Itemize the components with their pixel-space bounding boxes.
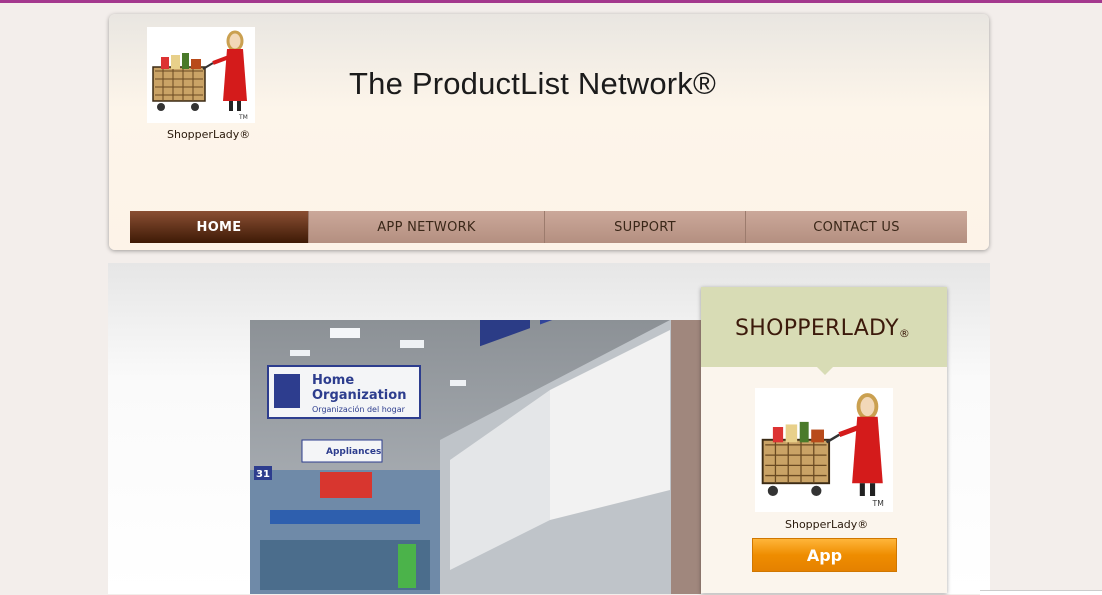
store-aisle-image: Home Organization Organización del hogar…	[250, 320, 701, 594]
svg-text:TM: TM	[238, 114, 248, 121]
shopper-cart-icon: TM	[761, 393, 884, 508]
panel-title-text: SHOPPERLADY	[735, 316, 899, 341]
svg-text:TM: TM	[872, 499, 884, 508]
panel-caption: ShopperLady®	[785, 518, 869, 531]
nav-contact-us[interactable]: CONTACT US	[746, 211, 967, 243]
top-accent-line	[0, 0, 1102, 3]
shopperlady-logo[interactable]: TM	[147, 27, 255, 123]
shopperlady-panel: SHOPPERLADY® TM ShopperLady® App	[701, 287, 947, 593]
sign-home-line1: Home	[312, 373, 354, 388]
logo-caption: ShopperLady®	[167, 128, 251, 141]
sign-appliances: Appliances	[326, 447, 381, 457]
panel-caret-icon	[817, 367, 833, 375]
app-button[interactable]: App	[752, 538, 897, 572]
horizontal-scrollbar[interactable]	[980, 590, 1102, 595]
sign-aisle-number: 31	[256, 469, 270, 480]
nav-support[interactable]: SUPPORT	[545, 211, 746, 243]
nav-app-network[interactable]: APP NETWORK	[309, 211, 545, 243]
nav-home[interactable]: HOME	[130, 211, 309, 243]
sign-home-line2: Organization	[312, 388, 406, 403]
store-aisle-photo: Home Organization Organización del hogar…	[250, 320, 701, 594]
main-nav: HOME APP NETWORK SUPPORT CONTACT US	[130, 211, 967, 243]
sign-home-spanish: Organización del hogar	[312, 404, 406, 414]
panel-title-mark: ®	[898, 327, 911, 340]
site-header: TM ShopperLady® The ProductList Network®…	[109, 14, 989, 250]
site-title: The ProductList Network®	[349, 66, 717, 101]
shopper-cart-icon: TM	[152, 30, 248, 121]
panel-title: SHOPPERLADY®	[735, 316, 910, 341]
panel-shopperlady-image[interactable]: TM	[755, 388, 893, 512]
